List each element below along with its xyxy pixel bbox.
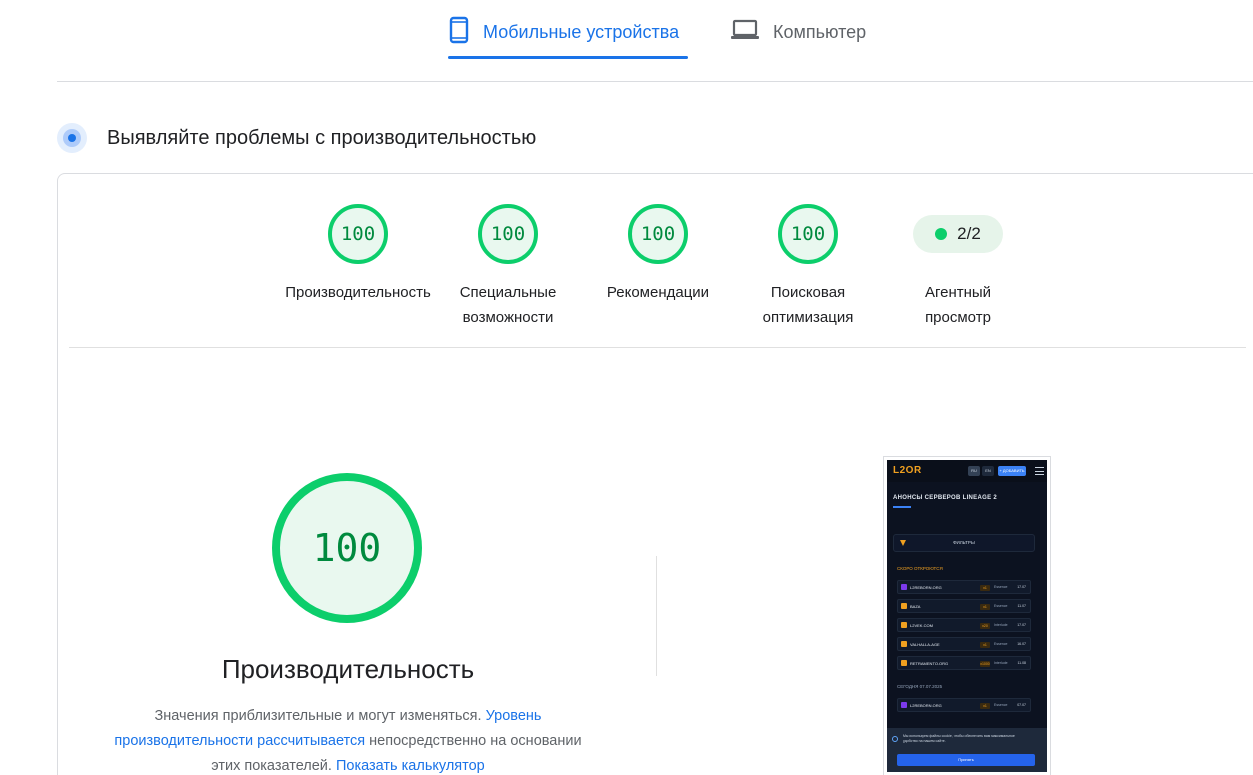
server-name: VALHALLA-AGE: [910, 642, 940, 647]
server-name: RETRAMENTO.ORG: [910, 661, 949, 666]
tab-mobile[interactable]: Мобильные устройства: [449, 14, 679, 50]
diagnose-icon: [57, 123, 87, 153]
site-logo: L2OR: [893, 465, 922, 476]
agentic-score: 2/2: [957, 224, 981, 243]
add-server-chip: + ДОБАВИТЬ: [998, 466, 1026, 476]
gauge-label: Агентный просмотр: [924, 284, 992, 326]
server-row: L2REBORN.ORG x1 Essence 17.07: [897, 580, 1031, 594]
tab-desktop[interactable]: Компьютер: [731, 14, 866, 50]
server-mark: [901, 603, 907, 609]
server-name: L2REBORN.ORG: [910, 703, 942, 708]
server-rate-tag: x20: [980, 623, 990, 629]
lighthouse-report: Мобильные устройства Компьютер Выявляйте…: [0, 0, 1253, 775]
server-rate-tag: x1: [980, 604, 990, 610]
cookie-text: Мы используем файлы cookie, чтобы обеспе…: [903, 734, 1015, 743]
filter-bar: ФИЛЬТРЫ: [893, 534, 1035, 552]
desc-text: Значения приблизительные и могут изменят…: [154, 708, 486, 724]
server-mark: [901, 641, 907, 647]
vertical-divider: [656, 556, 657, 676]
gauge-label: Специальные возможности: [459, 284, 557, 326]
phone-screen: L2OR RU EN + ДОБАВИТЬ АНОНСЫ СЕРВЕРОВ LI…: [887, 460, 1047, 772]
server-name: BAZA: [910, 604, 921, 609]
gauges-divider: [69, 347, 1246, 348]
gauge-best-practices[interactable]: 100 Рекомендации: [578, 204, 738, 305]
gauge-agentic-browsing[interactable]: 2/2 Агентный просмотр: [878, 204, 1038, 330]
server-chronicle: Interlude: [994, 661, 1008, 665]
cookie-accept-button: Принять: [897, 754, 1035, 766]
server-row: RETRAMENTO.ORG x1000 Interlude 11.08: [897, 656, 1031, 670]
gauge-seo[interactable]: 100 Поисковая оптимизация: [728, 204, 888, 330]
gauge-performance[interactable]: 100 Производительность: [278, 204, 438, 305]
soon-section-title: СКОРО ОТКРОЮТСЯ: [897, 566, 943, 571]
server-date: 17.07: [1017, 623, 1026, 627]
server-mark: [901, 622, 907, 628]
lang-ru: RU: [968, 466, 980, 476]
laptop-icon: [731, 19, 759, 46]
server-mark: [901, 660, 907, 666]
server-chronicle: Essence: [994, 642, 1008, 646]
gauge-score: 100: [778, 204, 838, 264]
server-rate-tag: x1: [980, 585, 990, 591]
server-chronicle: Essence: [994, 604, 1008, 608]
performance-gauge-large: 100: [272, 473, 422, 623]
today-date: 07.07.2025: [919, 684, 943, 689]
server-name: L2VEK.COM: [910, 623, 933, 628]
tab-mobile-label: Мобильные устройства: [483, 21, 680, 42]
server-date: 11.07: [1017, 604, 1027, 608]
pass-dot-icon: [935, 228, 948, 240]
smartphone-icon: [449, 16, 469, 49]
server-chronicle: Essence: [994, 585, 1008, 589]
gauge-accessibility[interactable]: 100 Специальные возможности: [428, 204, 588, 330]
cookie-info-icon: [892, 736, 898, 742]
lang-en: EN: [982, 466, 994, 476]
server-chronicle: Essence: [994, 703, 1008, 707]
server-row: VALHALLA-AGE x1 Essence 16.07: [897, 637, 1031, 651]
server-rate-tag: x1000: [980, 661, 990, 667]
show-calculator-link[interactable]: Показать калькулятор: [336, 758, 485, 774]
gauge-score: 100: [628, 204, 688, 264]
gauge-score: 100: [328, 204, 388, 264]
device-tabs: Мобильные устройства Компьютер: [0, 0, 1253, 82]
site-header: L2OR RU EN + ДОБАВИТЬ: [887, 460, 1047, 482]
server-rate-tag: x1: [980, 703, 990, 709]
report-card: 100 Производительность 100 Специальные в…: [57, 173, 1253, 775]
site-heading: АНОНСЫ СЕРВЕРОВ LINEAGE 2: [893, 495, 997, 501]
server-chronicle: Interlude: [994, 623, 1008, 627]
server-row: L2VEK.COM x20 Interlude 17.07: [897, 618, 1031, 632]
today-label: СЕГОДНЯ: [897, 684, 919, 689]
today-section-title: СЕГОДНЯ 07.07.2025: [897, 684, 942, 689]
filter-label: ФИЛЬТРЫ: [953, 540, 975, 545]
cookie-banner: Мы используем файлы cookie, чтобы обеспе…: [887, 728, 1047, 772]
gauge-label: Производительность: [285, 284, 431, 301]
server-rate-tag: x1: [980, 642, 990, 648]
active-tab-indicator: [448, 56, 688, 59]
server-date: 17.07: [1017, 585, 1026, 589]
section-title: Выявляйте проблемы с производительностью: [107, 126, 537, 149]
server-row: L2REBORN.ORG x1 Essence 07.07: [897, 698, 1031, 712]
tab-desktop-label: Компьютер: [773, 21, 867, 42]
server-date: 07.07: [1017, 703, 1026, 707]
menu-icon: [1035, 467, 1044, 475]
performance-title: Производительность: [221, 654, 475, 684]
server-date: 11.08: [1017, 661, 1027, 665]
score-gauges: 100 Производительность 100 Специальные в…: [58, 174, 1253, 348]
server-mark: [901, 702, 907, 708]
heading-underline: [893, 506, 911, 508]
performance-description: Значения приблизительные и могут изменят…: [98, 704, 598, 775]
server-name: L2REBORN.ORG: [910, 585, 942, 590]
section-header: Выявляйте проблемы с производительностью: [57, 120, 536, 156]
gauge-label: Рекомендации: [606, 284, 710, 301]
gauge-label: Поисковая оптимизация: [762, 284, 854, 326]
server-mark: [901, 584, 907, 590]
gauge-score: 100: [478, 204, 538, 264]
final-screenshot[interactable]: L2OR RU EN + ДОБАВИТЬ АНОНСЫ СЕРВЕРОВ LI…: [883, 456, 1051, 775]
tabs-divider: [57, 81, 1253, 82]
server-date: 16.07: [1017, 642, 1026, 646]
server-row: BAZA x1 Essence 11.07: [897, 599, 1031, 613]
agentic-pill: 2/2: [913, 215, 1003, 253]
